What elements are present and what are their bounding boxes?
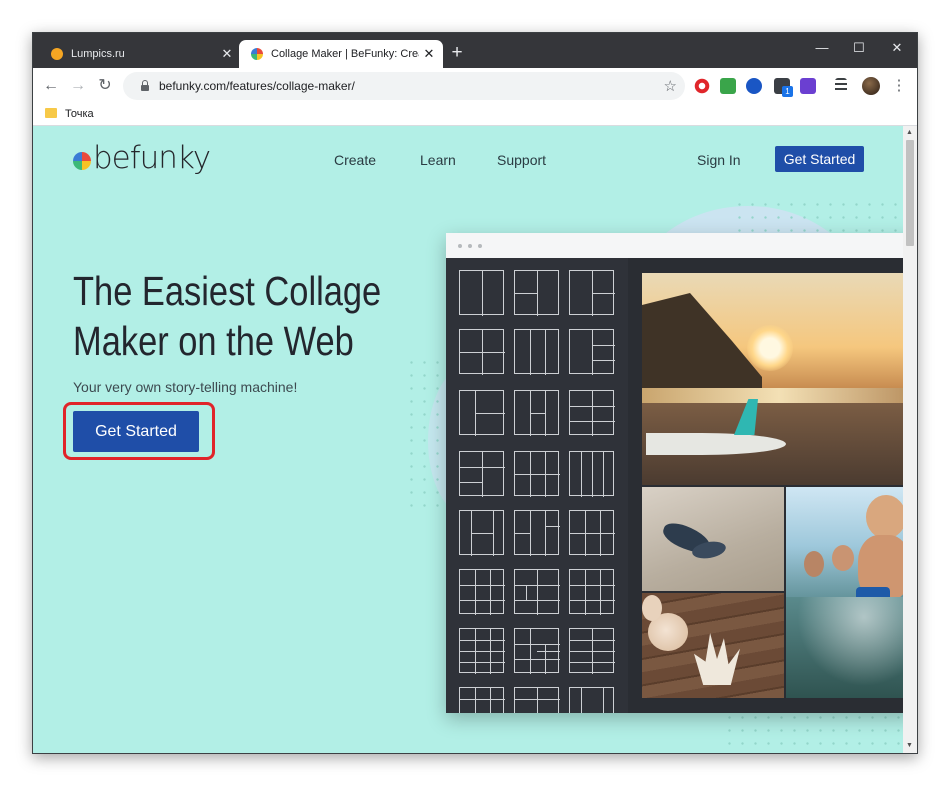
bookmark-item[interactable]: Точка — [65, 108, 94, 120]
window-dot — [478, 244, 482, 248]
collage-photo-kids-sea[interactable] — [786, 487, 903, 698]
window-close-button[interactable]: ✕ — [879, 37, 915, 61]
reload-button[interactable]: ↻ — [93, 74, 117, 98]
scroll-up-icon[interactable]: ▲ — [906, 129, 913, 136]
url-text[interactable]: befunky.com/features/collage-maker/ — [159, 79, 664, 93]
layout-thumbnail[interactable] — [514, 569, 560, 615]
lock-icon — [141, 79, 149, 91]
layout-thumbnail[interactable] — [514, 329, 559, 375]
tab-lumpics[interactable]: Lumpics.ru ✕ — [41, 40, 241, 68]
browser-window: Lumpics.ru ✕ Collage Maker | BeFunky: Cr… — [32, 32, 918, 754]
sign-in-link[interactable]: Sign In — [697, 152, 741, 168]
avatar[interactable] — [862, 77, 880, 95]
extension-icon[interactable]: 1 — [774, 78, 793, 97]
collage-app-preview — [446, 233, 903, 713]
layout-thumbnail[interactable] — [569, 390, 615, 436]
layout-thumbnail[interactable] — [514, 510, 560, 556]
forward-button[interactable]: → — [66, 74, 90, 98]
tab-title: Lumpics.ru — [71, 48, 125, 60]
decorative-dots — [723, 711, 903, 751]
page-viewport: befunky Create Learn Support Sign In Get… — [33, 126, 903, 753]
layout-thumbnail[interactable] — [569, 510, 615, 556]
child-head — [804, 551, 824, 577]
collage-photo-beach-sunset[interactable] — [642, 273, 903, 485]
layout-thumbnail[interactable] — [569, 687, 614, 713]
layout-thumbnail[interactable] — [569, 270, 615, 316]
close-icon[interactable]: ✕ — [217, 46, 237, 62]
opera-icon[interactable] — [694, 78, 710, 94]
layout-thumbnail[interactable] — [459, 510, 504, 556]
window-dot — [468, 244, 472, 248]
child-head — [866, 495, 903, 539]
music-icon[interactable] — [720, 78, 736, 94]
layout-thumbnail[interactable] — [459, 628, 505, 674]
layout-thumbnail[interactable] — [569, 569, 615, 615]
layout-thumbnail[interactable] — [459, 270, 504, 316]
coral-shape — [694, 633, 740, 685]
headline-line: The Easiest Collage — [73, 268, 382, 314]
layout-thumbnail[interactable] — [514, 687, 560, 713]
nav-support[interactable]: Support — [497, 152, 546, 168]
folder-icon — [45, 108, 57, 118]
layout-panel — [446, 258, 628, 713]
child-head — [832, 545, 854, 571]
layout-thumbnail[interactable] — [459, 390, 505, 436]
tab-title: Collage Maker | BeFunky: Create — [271, 48, 419, 60]
layout-thumbnail[interactable] — [514, 270, 559, 316]
tab-strip: Lumpics.ru ✕ Collage Maker | BeFunky: Cr… — [33, 33, 917, 68]
scrollbar[interactable]: ▲ ▼ — [903, 126, 917, 753]
layout-thumbnail[interactable] — [569, 329, 615, 375]
layout-thumbnail[interactable] — [569, 451, 614, 497]
hero-headline: The Easiest Collage Maker on the Web — [73, 266, 382, 366]
window-dot — [458, 244, 462, 248]
layout-thumbnail[interactable] — [459, 687, 505, 713]
app-window-bar — [446, 233, 903, 258]
layout-thumbnail[interactable] — [514, 628, 560, 674]
hero-get-started-button[interactable]: Get Started — [73, 411, 199, 452]
water-splash — [786, 597, 903, 698]
shell-shape — [642, 595, 662, 621]
menu-icon[interactable]: ⋮ — [887, 74, 911, 98]
scroll-thumb[interactable] — [906, 140, 914, 246]
bookmarks-bar: Точка — [33, 104, 917, 126]
headline-line: Maker on the Web — [73, 318, 354, 364]
befunky-logo[interactable]: befunky — [73, 140, 211, 176]
layout-thumbnail[interactable] — [569, 628, 615, 674]
reading-list-icon[interactable] — [835, 78, 847, 94]
hero-subheadline: Your very own story-telling machine! — [73, 379, 298, 395]
logo-mark-icon — [73, 152, 91, 170]
new-tab-button[interactable]: + — [445, 42, 469, 64]
layout-thumbnail[interactable] — [459, 451, 505, 497]
address-bar[interactable]: befunky.com/features/collage-maker/ ☆ — [123, 72, 685, 100]
layout-thumbnail[interactable] — [514, 390, 559, 436]
layout-thumbnail[interactable] — [459, 569, 505, 615]
maximize-button[interactable]: ☐ — [841, 37, 877, 61]
befunky-favicon-icon — [251, 48, 263, 60]
lumpics-favicon-icon — [51, 48, 63, 60]
scroll-down-icon[interactable]: ▼ — [906, 742, 913, 749]
close-icon[interactable]: ✕ — [419, 46, 439, 62]
tab-befunky[interactable]: Collage Maker | BeFunky: Create ✕ — [239, 40, 443, 68]
logo-text: befunky — [93, 140, 211, 176]
header-get-started-button[interactable]: Get Started — [775, 146, 864, 172]
back-button[interactable]: ← — [39, 74, 63, 98]
sun-glow — [747, 325, 793, 371]
nav-learn[interactable]: Learn — [420, 152, 456, 168]
layout-thumbnail[interactable] — [514, 451, 560, 497]
layout-thumbnail[interactable] — [459, 329, 505, 375]
browser-toolbar: ← → ↻ befunky.com/features/collage-maker… — [33, 68, 917, 104]
sea-line — [642, 388, 903, 404]
collage-photo-shells[interactable] — [642, 593, 784, 698]
nav-create[interactable]: Create — [334, 152, 376, 168]
collage-photo-shoes[interactable] — [642, 487, 784, 591]
globe-icon[interactable] — [746, 78, 762, 94]
extension-badge: 1 — [782, 86, 793, 97]
minimize-button[interactable]: — — [804, 37, 840, 61]
star-icon[interactable]: ☆ — [664, 77, 677, 95]
purple-extension-icon[interactable] — [800, 78, 816, 94]
